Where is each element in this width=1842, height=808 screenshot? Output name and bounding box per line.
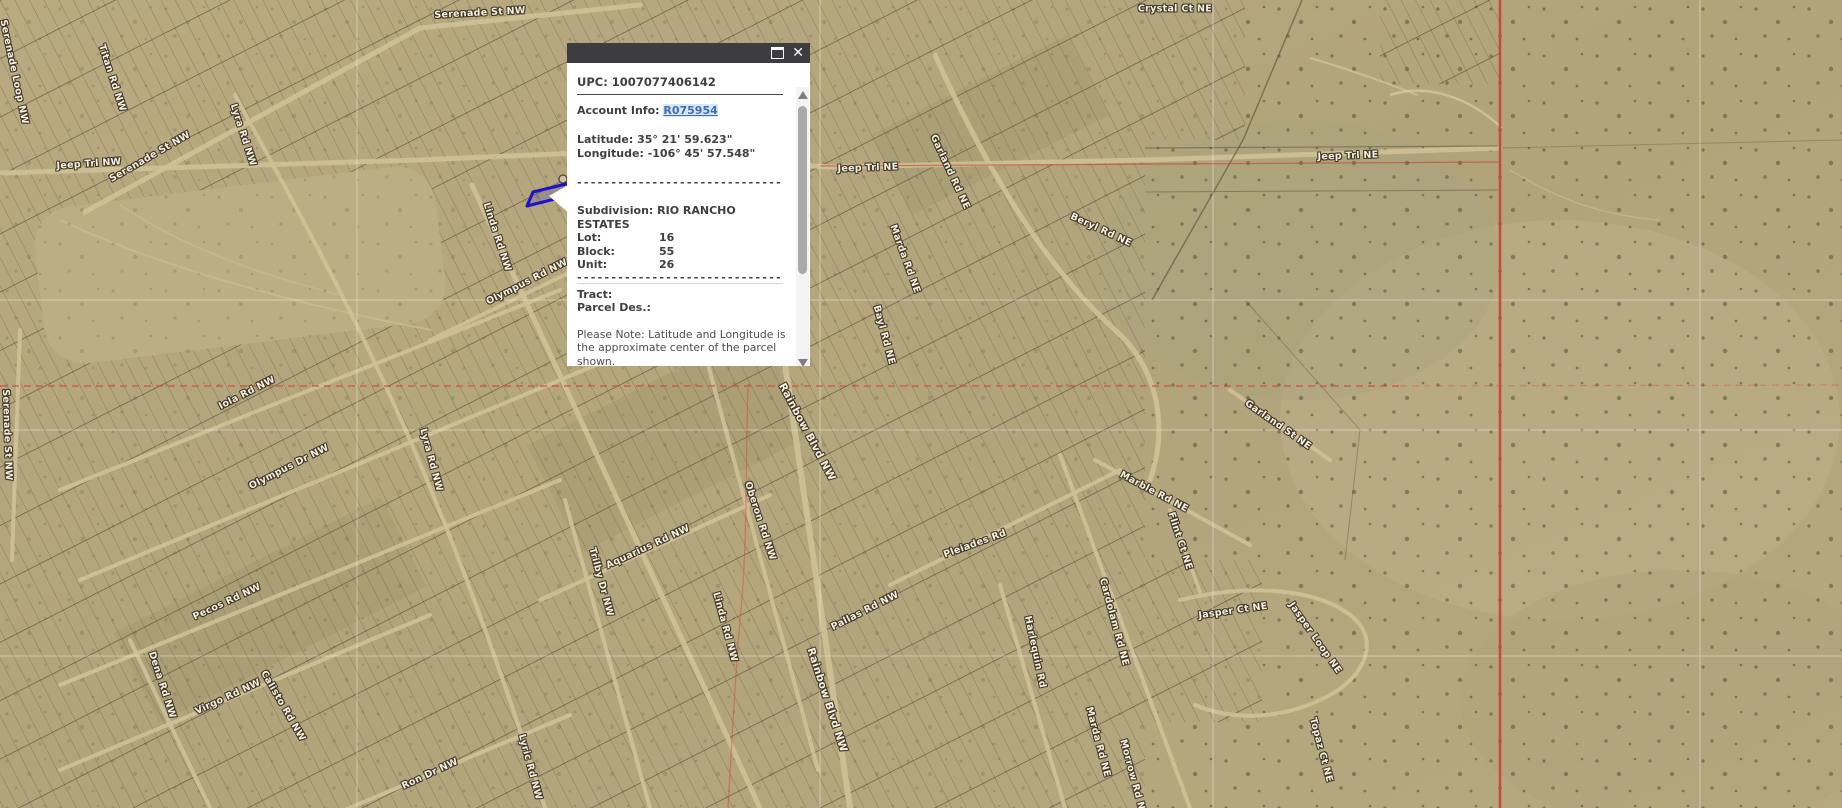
popup-scrollbar[interactable]: [796, 87, 809, 366]
field-value: 55: [659, 245, 674, 259]
map-viewport[interactable]: [0, 0, 1842, 808]
parcel-des-label: Parcel Des.:: [577, 301, 784, 315]
close-icon[interactable]: ✕: [792, 46, 804, 60]
upc-value: UPC: 1007077406142: [577, 75, 784, 89]
field-label: Lot:: [577, 231, 659, 245]
dashed-divider: -------------------------------: [577, 177, 783, 189]
note-text: Please Note: Latitude and Longitude is t…: [577, 328, 791, 367]
field-label: Unit:: [577, 258, 659, 272]
account-info-row: Account Info: R075954: [577, 104, 784, 117]
field-value: 26: [659, 258, 674, 272]
subdivision-value: Subdivision: RIO RANCHO ESTATES: [577, 204, 773, 231]
maximize-window-icon[interactable]: [771, 47, 784, 59]
scroll-down-arrow-icon[interactable]: [798, 359, 808, 366]
parcel-field-row: Lot:16: [577, 231, 784, 245]
parcel-field-row: Block:55: [577, 245, 784, 259]
account-info-label: Account Info:: [577, 104, 663, 117]
scrollbar-thumb[interactable]: [798, 106, 807, 274]
longitude-value: Longitude: -106° 45' 57.548": [577, 147, 784, 161]
dashed-divider-2: -------------------------------: [577, 272, 783, 284]
field-label: Block:: [577, 245, 659, 259]
tract-label: Tract:: [577, 288, 784, 302]
parcel-info-popup: ✕ UPC: 1007077406142 Account Info: R0759…: [567, 43, 810, 366]
parcel-fields: Lot:16Block:55Unit:26: [577, 231, 784, 272]
popup-content: UPC: 1007077406142 Account Info: R075954…: [567, 63, 810, 366]
field-value: 16: [659, 231, 674, 245]
scroll-up-arrow-icon[interactable]: [798, 91, 808, 99]
latitude-value: Latitude: 35° 21' 59.623": [577, 133, 784, 147]
popup-titlebar: ✕: [567, 43, 810, 63]
account-info-link[interactable]: R075954: [663, 104, 717, 117]
gis-map-viewer: Serenade St NWCrystal Ct NESerenade Loop…: [0, 0, 1842, 808]
parcel-field-row: Unit:26: [577, 258, 784, 272]
divider-line: [577, 94, 783, 95]
